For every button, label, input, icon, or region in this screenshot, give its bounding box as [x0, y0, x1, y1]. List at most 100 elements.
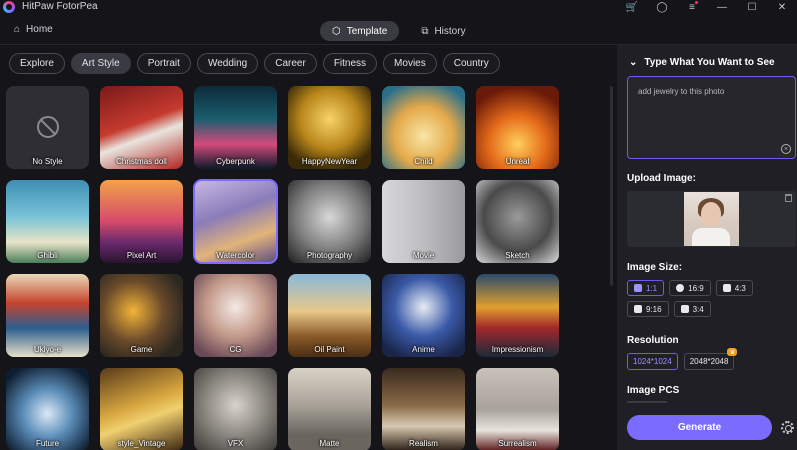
- category-chip-career[interactable]: Career: [264, 53, 317, 74]
- resolution-option-label: 2048*2048: [689, 357, 729, 366]
- style-tile-label: Photography: [306, 251, 353, 260]
- close-button[interactable]: ✕: [767, 0, 797, 14]
- app-title: HitPaw FotorPea: [22, 1, 98, 12]
- menu-icon[interactable]: ≡: [677, 0, 707, 14]
- style-tile-label: Child: [414, 157, 433, 166]
- twitter-icon: [722, 284, 731, 292]
- style-tile-no-style[interactable]: No Style: [6, 86, 89, 169]
- cart-icon[interactable]: 🛒: [617, 0, 647, 14]
- style-tile-style-vintage[interactable]: style_Vintage: [100, 368, 183, 450]
- size-option-3-4[interactable]: 3:4: [673, 301, 711, 317]
- size-option-1-1[interactable]: 1:1: [627, 280, 665, 296]
- tab-template[interactable]: ⬡ Template: [320, 21, 400, 41]
- style-tile-photography[interactable]: Photography: [288, 180, 371, 263]
- notification-dot: [695, 1, 698, 4]
- category-chip-movies[interactable]: Movies: [383, 53, 437, 74]
- category-chip-explore[interactable]: Explore: [9, 53, 65, 74]
- gear-icon[interactable]: [781, 421, 794, 434]
- style-tile-impressionism[interactable]: Impressionism: [476, 274, 559, 357]
- style-tile-oil-paint[interactable]: Oil Paint: [288, 274, 371, 357]
- home-icon: ⌂: [14, 24, 21, 35]
- history-icon: ⧉: [421, 25, 429, 37]
- resolution-label: Resolution: [627, 335, 679, 346]
- style-tile-label: Cyberpunk: [216, 157, 255, 166]
- style-tile-movie[interactable]: Movie: [382, 180, 465, 263]
- style-tile-game[interactable]: Game: [100, 274, 183, 357]
- style-tile-label: CG: [229, 345, 242, 354]
- style-tile-sketch[interactable]: Sketch: [476, 180, 559, 263]
- style-tile-label: Ghibli: [37, 251, 58, 260]
- app-logo-icon: [3, 1, 15, 13]
- prompt-input[interactable]: add jewelry to this photo ×: [627, 76, 796, 159]
- style-tile-label: Sketch: [505, 251, 530, 260]
- tab-history-label: History: [434, 25, 466, 37]
- style-tile-vfx[interactable]: VFX: [194, 368, 277, 450]
- style-tile-label: Realism: [409, 439, 438, 448]
- generate-button[interactable]: Generate: [627, 415, 772, 440]
- home-link[interactable]: ⌂ Home: [14, 24, 53, 35]
- top-tabs: ⬡ Template ⧉ History: [320, 21, 478, 41]
- style-tile-label: Future: [35, 439, 60, 448]
- prohibited-icon: [37, 116, 59, 138]
- style-tile-ghibli[interactable]: Ghibli: [6, 180, 89, 263]
- style-tile-label: Oil Paint: [314, 345, 345, 354]
- prompt-text[interactable]: add jewelry to this photo: [638, 87, 724, 96]
- style-tile-cyberpunk[interactable]: Cyberpunk: [194, 86, 277, 169]
- maximize-button[interactable]: ☐: [737, 0, 767, 14]
- category-chips: Explore Art Style Portrait Wedding Career Fit…: [9, 53, 500, 74]
- tab-history[interactable]: ⧉ History: [409, 21, 477, 41]
- size-option-16-9[interactable]: 16:9: [669, 280, 711, 296]
- trash-icon[interactable]: [785, 194, 792, 202]
- style-tile-future[interactable]: Future: [6, 368, 89, 450]
- style-tile-surrealism[interactable]: Surrealism: [476, 368, 559, 450]
- vip-crown-icon: ♛: [727, 348, 738, 356]
- style-tile-watercolor[interactable]: Watercolor: [193, 179, 278, 264]
- size-option-4-3[interactable]: 4:3: [715, 280, 753, 296]
- style-tile-matte[interactable]: Matte: [288, 368, 371, 450]
- resolution-options: 1024*1024 2048*2048 ♛: [627, 348, 738, 370]
- style-tile-unreal[interactable]: Unreal: [476, 86, 559, 169]
- style-tile-christmas-doll[interactable]: Christmas doll: [100, 86, 183, 169]
- style-tile-realism[interactable]: Realism: [382, 368, 465, 450]
- cube-icon: ⬡: [332, 25, 341, 37]
- size-option-label: 16:9: [688, 283, 704, 293]
- image-pcs-slider[interactable]: [627, 401, 667, 403]
- style-tile-anime[interactable]: Anime: [382, 274, 465, 357]
- style-tile-label: No Style: [32, 157, 63, 166]
- style-tile-label: Ukiyo-e: [33, 345, 62, 354]
- resolution-option-1024-1024[interactable]: 1024*1024: [627, 353, 678, 370]
- category-chip-art-style[interactable]: Art Style: [70, 53, 131, 74]
- style-tile-cg[interactable]: CG: [194, 274, 277, 357]
- style-tile-label: Impressionism: [491, 345, 544, 354]
- style-tile-label: Unreal: [505, 157, 530, 166]
- instagram-icon: [634, 284, 642, 292]
- image-pcs-label: Image PCS: [627, 385, 680, 396]
- style-grid: No Style Christmas doll Cyberpunk HappyNewY…: [6, 86, 610, 450]
- size-option-label: 3:4: [692, 304, 704, 314]
- size-option-9-16[interactable]: 9:16: [627, 301, 669, 317]
- prompt-heading[interactable]: ⌄ Type What You Want to See: [629, 57, 775, 68]
- category-chip-fitness[interactable]: Fitness: [322, 53, 378, 74]
- account-icon[interactable]: ◯: [647, 0, 677, 14]
- clear-icon[interactable]: ×: [781, 144, 791, 154]
- style-tile-ukiyo-e[interactable]: Ukiyo-e: [6, 274, 89, 357]
- resolution-option-label: 1024*1024: [633, 357, 672, 366]
- style-tile-happynewyear[interactable]: HappyNewYear: [288, 86, 371, 169]
- minimize-button[interactable]: —: [707, 0, 737, 14]
- style-tile-label: Matte: [319, 439, 340, 448]
- home-label: Home: [26, 24, 53, 35]
- resolution-option-2048-2048[interactable]: 2048*2048 ♛: [683, 348, 738, 370]
- category-chip-portrait[interactable]: Portrait: [136, 53, 191, 74]
- style-tile-child[interactable]: Child: [382, 86, 465, 169]
- category-chip-wedding[interactable]: Wedding: [196, 53, 259, 74]
- title-bar: HitPaw FotorPea 🛒 ◯ ≡ — ☐ ✕: [0, 0, 797, 14]
- settings-panel: ⌄ Type What You Want to See add jewelry …: [617, 45, 797, 450]
- grid-scrollbar[interactable]: [610, 86, 613, 286]
- chevron-down-icon: ⌄: [629, 57, 638, 68]
- style-tile-pixel-art[interactable]: Pixel Art: [100, 180, 183, 263]
- window-controls: 🛒 ◯ ≡ — ☐ ✕: [617, 0, 797, 14]
- upload-area[interactable]: [627, 191, 796, 247]
- category-chip-country[interactable]: Country: [442, 53, 500, 74]
- style-tile-label: Anime: [412, 345, 435, 354]
- style-tile-label: HappyNewYear: [301, 157, 358, 166]
